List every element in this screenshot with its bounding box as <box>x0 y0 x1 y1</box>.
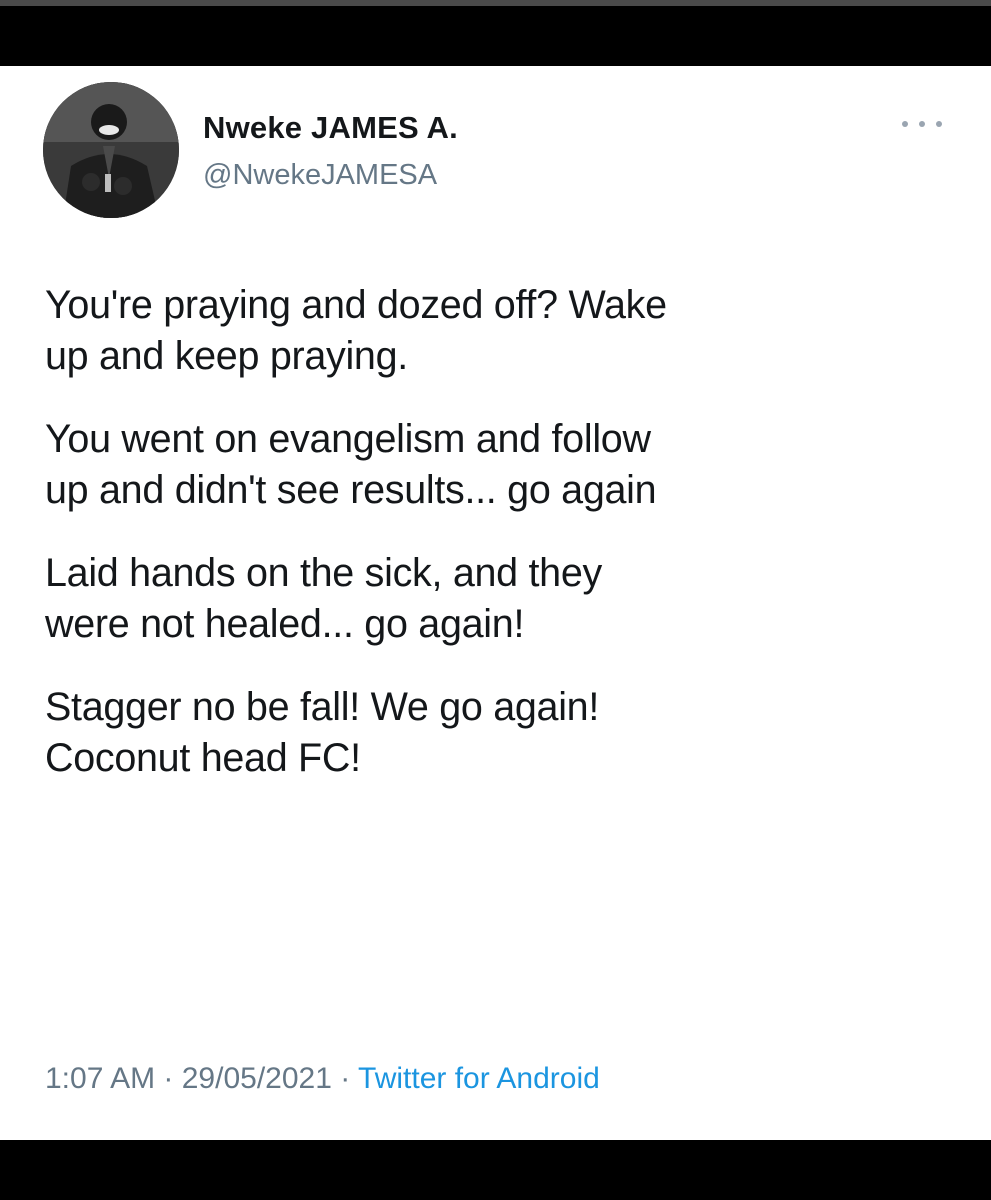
tweet-metadata: 1:07 AM · 29/05/2021 · Twitter for Andro… <box>45 1062 600 1096</box>
tweet-line: You're praying and dozed off? Wake <box>45 283 667 327</box>
tweet-line: up and keep praying. <box>45 334 408 378</box>
tweet-paragraph: You're praying and dozed off? Wake up an… <box>45 280 965 382</box>
author-display-name[interactable]: Nweke JAMES A. <box>203 110 458 146</box>
author-handle[interactable]: @NwekeJAMESA <box>203 159 437 192</box>
tweet-text: You're praying and dozed off? Wake up an… <box>45 280 965 816</box>
tweet-time[interactable]: 1:07 AM <box>45 1062 155 1095</box>
tweet-line: up and didn't see results... go again <box>45 468 657 512</box>
tweet-date[interactable]: 29/05/2021 <box>182 1062 332 1095</box>
tweet-line: were not healed... go again! <box>45 602 525 646</box>
tweet-line: Stagger no be fall! We go again! <box>45 685 600 729</box>
tweet-paragraph: Stagger no be fall! We go again! Coconut… <box>45 682 965 784</box>
avatar[interactable] <box>43 82 179 218</box>
tweet-source-link[interactable]: Twitter for Android <box>358 1062 600 1095</box>
dot <box>936 121 942 127</box>
meta-separator: · <box>155 1062 182 1095</box>
dot <box>919 121 925 127</box>
avatar-image <box>43 82 179 218</box>
tweet-card: Nweke JAMES A. @NwekeJAMESA You're prayi… <box>0 66 991 1140</box>
more-options-icon[interactable] <box>902 116 942 132</box>
tweet-line: Coconut head FC! <box>45 736 361 780</box>
tweet-line: Laid hands on the sick, and they <box>45 551 602 595</box>
dot <box>902 121 908 127</box>
top-strip <box>0 0 991 6</box>
tweet-paragraph: You went on evangelism and follow up and… <box>45 414 965 516</box>
tweet-paragraph: Laid hands on the sick, and they were no… <box>45 548 965 650</box>
tweet-line: You went on evangelism and follow <box>45 417 651 461</box>
meta-separator: · <box>331 1062 359 1095</box>
